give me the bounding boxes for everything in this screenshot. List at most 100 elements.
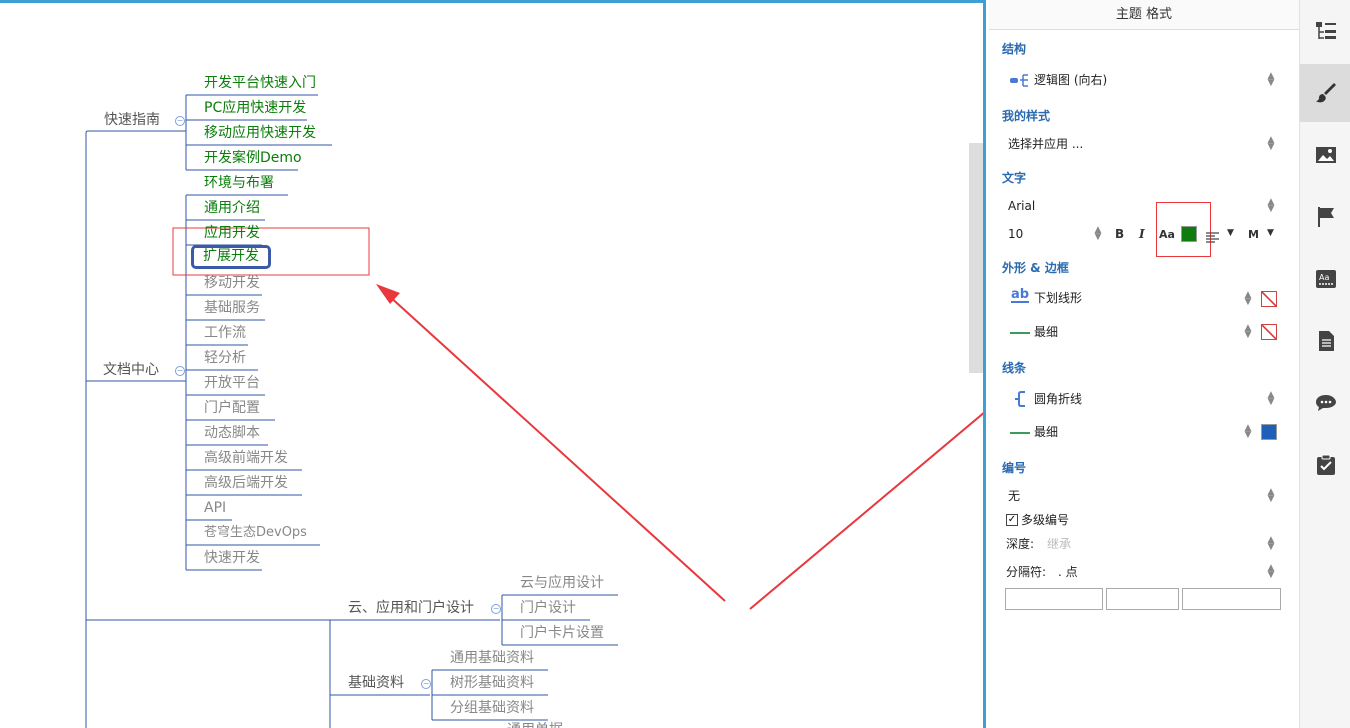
style-tab[interactable]: Aa <box>1300 250 1350 308</box>
border-color-none-swatch[interactable] <box>1261 324 1277 340</box>
collapse-toggle[interactable]: − <box>491 604 501 614</box>
underline-shape-icon: ab <box>1011 287 1030 303</box>
prefix-input[interactable] <box>1005 588 1103 610</box>
text-case-button[interactable]: Aa <box>1159 228 1175 241</box>
outline-tab[interactable] <box>1300 2 1350 60</box>
outline-icon <box>1315 22 1336 39</box>
svg-text:Aa: Aa <box>1319 273 1329 282</box>
subtopic[interactable]: 环境与布署 <box>200 172 278 194</box>
notes-tab[interactable] <box>1300 312 1350 370</box>
vertical-scrollbar[interactable] <box>969 143 983 373</box>
image-tab[interactable] <box>1300 126 1350 184</box>
subtopic[interactable]: 高级前端开发 <box>200 447 292 469</box>
stepper-icon[interactable]: ▲ ▼ <box>1244 324 1252 340</box>
my-style-heading: 我的样式 <box>1002 109 1051 123</box>
stepper-icon[interactable]: ▲ ▼ <box>1094 226 1102 242</box>
subtopic[interactable]: 应用开发 <box>200 222 264 244</box>
subtopic[interactable]: 分组基础资料 <box>446 697 538 719</box>
subtopic-selected[interactable]: 扩展开发 <box>191 245 271 269</box>
stepper-icon[interactable]: ▲ ▼ <box>1267 72 1275 88</box>
bold-button[interactable]: B <box>1115 227 1124 241</box>
topic-doc-center[interactable]: 文档中心 <box>99 359 163 381</box>
subtopic[interactable]: 云与应用设计 <box>516 572 608 594</box>
subtopic[interactable]: 门户设计 <box>516 597 580 619</box>
comments-tab[interactable] <box>1300 374 1350 432</box>
marker-tab[interactable] <box>1300 188 1350 246</box>
separator-label: 分隔符: <box>1006 565 1047 579</box>
numbering-select[interactable]: 无 <box>1008 486 1020 506</box>
stepper-icon[interactable]: ▲ ▼ <box>1267 198 1275 214</box>
suffix-input[interactable] <box>1182 588 1281 610</box>
line-style-select[interactable]: 圆角折线 <box>1034 389 1082 409</box>
subtopic[interactable]: 开放平台 <box>200 372 264 394</box>
structure-heading: 结构 <box>1002 42 1027 56</box>
shape-heading: 外形 & 边框 <box>1002 261 1069 275</box>
multi-level-label: 多级编号 <box>1021 513 1070 527</box>
topic-quick-guide[interactable]: 快速指南 <box>100 109 164 131</box>
italic-button[interactable]: I <box>1139 227 1145 241</box>
collapse-toggle[interactable]: − <box>421 679 431 689</box>
more-button[interactable]: M <box>1248 228 1259 241</box>
subtopic[interactable]: API <box>200 497 230 519</box>
font-select[interactable]: Arial <box>1008 196 1035 216</box>
stepper-icon[interactable]: ▲ ▼ <box>1267 564 1275 580</box>
line-color-swatch[interactable] <box>1261 424 1277 440</box>
subtopic[interactable]: 基础服务 <box>200 297 264 319</box>
rounded-elbow-icon <box>1013 390 1027 412</box>
subtopic[interactable]: 门户配置 <box>200 397 264 419</box>
clipboard-check-icon <box>1316 454 1335 475</box>
stepper-icon[interactable]: ▲ ▼ <box>1244 291 1252 307</box>
subtopic[interactable]: 开发案例Demo <box>200 147 306 169</box>
text-color-swatch[interactable] <box>1181 226 1197 242</box>
border-width-select[interactable]: 最细 <box>1034 322 1058 342</box>
subtopic[interactable]: 动态脚本 <box>200 422 264 444</box>
structure-select[interactable]: 逻辑图 (向右) <box>1034 70 1107 90</box>
format-tab[interactable] <box>1300 64 1350 122</box>
mindmap-canvas[interactable]: 快速指南 − 开发平台快速入门 PC应用快速开发 移动应用快速开发 开发案例De… <box>0 0 986 728</box>
align-icon[interactable] <box>1206 229 1220 248</box>
stepper-icon[interactable]: ▲ ▼ <box>1267 391 1275 407</box>
font-size-select[interactable]: 10 <box>1008 224 1023 244</box>
subtopic[interactable]: 开发平台快速入门 <box>200 72 320 94</box>
format-input[interactable] <box>1106 588 1179 610</box>
stepper-icon[interactable]: ▲ ▼ <box>1267 488 1275 504</box>
right-sidebar: Aa <box>1299 0 1350 728</box>
stepper-icon[interactable]: ▲ ▼ <box>1244 424 1252 440</box>
separator-select[interactable]: . 点 <box>1058 562 1078 582</box>
numbering-heading: 编号 <box>1002 461 1027 475</box>
depth-select[interactable]: 继承 <box>1047 534 1071 554</box>
subtopic-partial[interactable]: 通用单据 <box>503 719 567 728</box>
stepper-icon[interactable]: ▲ ▼ <box>1267 136 1275 152</box>
task-tab[interactable] <box>1300 436 1350 494</box>
subtopic[interactable]: 树形基础资料 <box>446 672 538 694</box>
stepper-icon[interactable]: ▲ ▼ <box>1267 536 1275 552</box>
my-style-select[interactable]: 选择并应用 ... <box>1008 134 1083 154</box>
subtopic[interactable]: 通用基础资料 <box>446 647 538 669</box>
format-panel: 主题 格式 结构 逻辑图 (向右) ▲ ▼ 我的样式 选择并应用 ... ▲ ▼ 文… <box>989 0 1299 728</box>
chevron-down-icon[interactable]: ▼ <box>1267 228 1274 238</box>
topic-cloud-app-portal[interactable]: 云、应用和门户设计 <box>344 597 478 619</box>
comment-icon <box>1315 395 1336 411</box>
image-icon <box>1315 147 1336 163</box>
subtopic[interactable]: 移动开发 <box>200 272 264 294</box>
topic-base-data[interactable]: 基础资料 <box>344 672 408 694</box>
subtopic[interactable]: 通用介绍 <box>200 197 264 219</box>
text-heading: 文字 <box>1002 171 1027 185</box>
shape-fill-none-swatch[interactable] <box>1261 291 1277 307</box>
subtopic[interactable]: 工作流 <box>200 322 250 344</box>
subtopic[interactable]: 门户卡片设置 <box>516 622 608 644</box>
lines-heading: 线条 <box>1002 361 1027 375</box>
subtopic[interactable]: 快速开发 <box>200 547 264 569</box>
subtopic[interactable]: 高级后端开发 <box>200 472 292 494</box>
line-width-select[interactable]: 最细 <box>1034 422 1058 442</box>
collapse-toggle[interactable]: − <box>175 366 185 376</box>
subtopic[interactable]: PC应用快速开发 <box>200 97 310 119</box>
collapse-toggle[interactable]: − <box>175 116 185 126</box>
subtopic[interactable]: 轻分析 <box>200 347 250 369</box>
shape-select[interactable]: 下划线形 <box>1034 288 1082 308</box>
subtopic[interactable]: 苍穹生态DevOps <box>200 522 311 544</box>
subtopic[interactable]: 移动应用快速开发 <box>200 122 320 144</box>
document-icon <box>1318 331 1334 351</box>
chevron-down-icon[interactable]: ▼ <box>1227 228 1234 238</box>
multi-level-checkbox[interactable]: ✓ <box>1006 514 1018 526</box>
